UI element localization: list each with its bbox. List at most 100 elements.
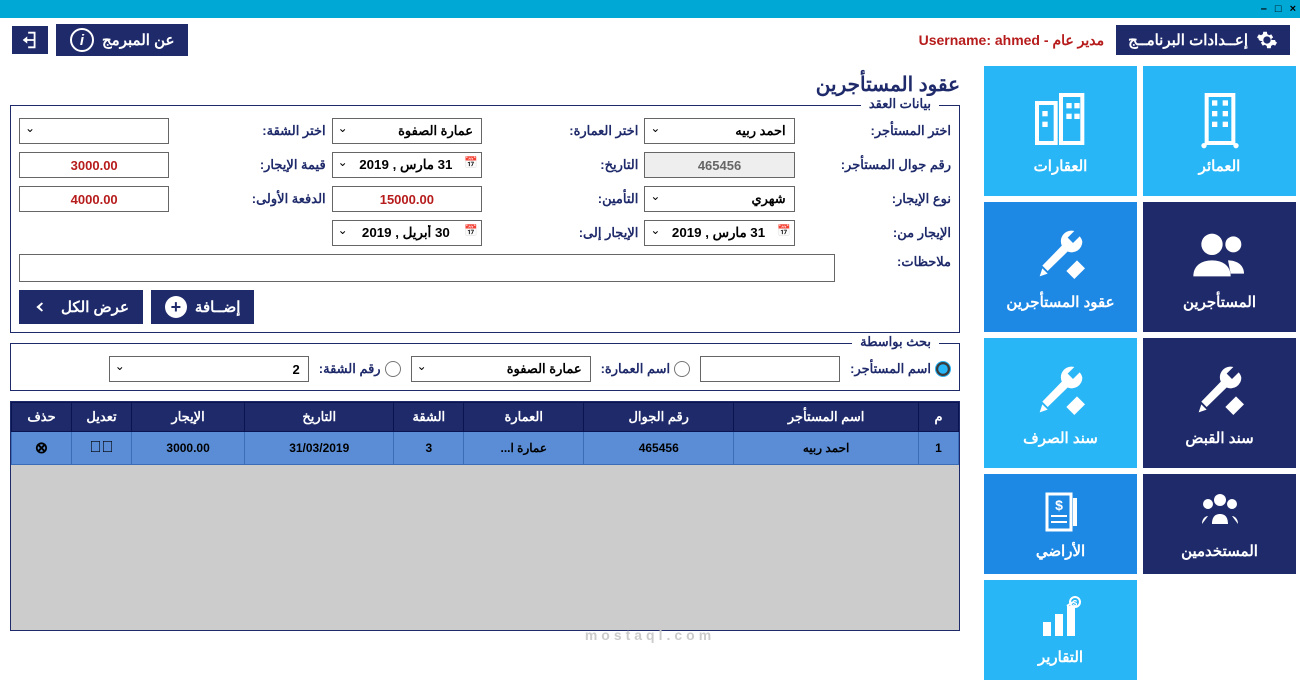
- info-icon: i: [70, 28, 94, 52]
- radio-apartment[interactable]: [385, 361, 401, 377]
- notes-field[interactable]: [19, 254, 835, 282]
- about-button[interactable]: عن المبرمج i: [56, 24, 188, 56]
- th-delete: حذف: [12, 403, 72, 432]
- th-building: العمارة: [464, 403, 584, 432]
- cell-mobile: 465456: [584, 432, 734, 465]
- tile-label: التقارير: [1038, 648, 1083, 666]
- label-insurance: التأمين:: [488, 191, 638, 207]
- rent-type-select[interactable]: [644, 186, 794, 212]
- close-button[interactable]: ×: [1290, 3, 1296, 15]
- radio-tenant-label: اسم المستأجر:: [850, 361, 931, 377]
- label-building: اختر العمارة:: [488, 123, 638, 139]
- label-rent-from: الإيجار من:: [801, 225, 951, 241]
- header: إعــدادات البرنامــج Username: ahmed - م…: [0, 18, 1300, 62]
- th-apt: الشقة: [394, 403, 464, 432]
- building-icon: [1188, 87, 1252, 151]
- building-select[interactable]: [332, 118, 482, 144]
- gear-icon: [1256, 29, 1278, 51]
- groupbox-title: بيانات العقد: [861, 96, 939, 112]
- tile-contracts[interactable]: عقود المستأجرين: [984, 202, 1137, 332]
- th-name: اسم المستأجر: [734, 403, 919, 432]
- people-icon: [1196, 488, 1244, 536]
- cell-building: عمارة ا...: [464, 432, 584, 465]
- label-tenant: اختر المستأجر:: [801, 123, 951, 139]
- th-index: م: [919, 403, 959, 432]
- tiles-panel: العمائر العقارات المستأجرين عقود المستأج…: [980, 62, 1300, 684]
- date-field[interactable]: [332, 152, 482, 178]
- tile-reports[interactable]: $ التقارير: [984, 580, 1137, 680]
- first-payment-field[interactable]: [19, 186, 169, 212]
- maximize-button[interactable]: □: [1275, 3, 1282, 15]
- rent-to-field[interactable]: [332, 220, 482, 246]
- tile-label: المستخدمين: [1181, 542, 1258, 560]
- radio-tenant[interactable]: [935, 361, 951, 377]
- view-all-button[interactable]: عرض الكل: [19, 290, 143, 324]
- tile-buildings[interactable]: العمائر: [1143, 66, 1296, 196]
- arrow-icon: [33, 297, 53, 317]
- settings-button[interactable]: إعــدادات البرنامــج: [1116, 25, 1290, 55]
- tile-label: عقود المستأجرين: [1006, 293, 1114, 311]
- tile-users[interactable]: المستخدمين: [1143, 474, 1296, 574]
- add-button[interactable]: إضــافة +: [151, 290, 254, 324]
- document-icon: $: [1037, 488, 1085, 536]
- edit-icon[interactable]: ✎⃞: [90, 439, 114, 456]
- tools-icon: [1188, 359, 1252, 423]
- apartment-select[interactable]: [19, 118, 169, 144]
- svg-text:$: $: [1072, 599, 1077, 608]
- search-apartment-select[interactable]: [109, 356, 309, 382]
- th-edit: تعديل: [72, 403, 132, 432]
- chart-icon: $: [1037, 594, 1085, 642]
- radio-building-label: اسم العمارة:: [601, 361, 671, 377]
- tools-icon: [1029, 359, 1093, 423]
- table-row[interactable]: 1 احمد ربيه 465456 عمارة ا... 3 31/03/20…: [12, 432, 959, 465]
- tenant-select[interactable]: [644, 118, 794, 144]
- radio-apartment-label: رقم الشقة:: [319, 361, 381, 377]
- th-date: التاريخ: [245, 403, 394, 432]
- svg-text:$: $: [1055, 497, 1063, 513]
- cell-name: احمد ربيه: [734, 432, 919, 465]
- exit-button[interactable]: [10, 24, 50, 56]
- tile-label: سند القبض: [1185, 429, 1253, 447]
- cell-rent: 3000.00: [132, 432, 245, 465]
- delete-icon[interactable]: ⊗: [35, 440, 48, 457]
- tile-lands[interactable]: $ الأراضي: [984, 474, 1137, 574]
- tools-icon: [1029, 223, 1093, 287]
- tile-label: الأراضي: [1036, 542, 1085, 560]
- tile-tenants[interactable]: المستأجرين: [1143, 202, 1296, 332]
- tile-label: العقارات: [1034, 157, 1088, 175]
- cell-idx: 1: [919, 432, 959, 465]
- user-info: Username: ahmed - مدير عام: [919, 32, 1105, 49]
- tile-label: المستأجرين: [1183, 293, 1256, 311]
- tile-label: العمائر: [1199, 157, 1241, 175]
- cell-apt: 3: [394, 432, 464, 465]
- search-box: بحث بواسطة اسم المستأجر: اسم العمارة: رق…: [10, 343, 960, 391]
- rent-from-field[interactable]: [644, 220, 794, 246]
- insurance-field[interactable]: [332, 186, 482, 212]
- label-date: التاريخ:: [488, 157, 638, 173]
- th-mobile: رقم الجوال: [584, 403, 734, 432]
- buildings-icon: [1029, 87, 1093, 151]
- minimize-button[interactable]: –: [1261, 3, 1267, 15]
- mobile-field: [644, 152, 794, 178]
- exit-icon: [19, 29, 41, 51]
- rent-value-field[interactable]: [19, 152, 169, 178]
- search-building-select[interactable]: [411, 356, 591, 382]
- label-rent-type: نوع الإيجار:: [801, 191, 951, 207]
- page-title: عقود المستأجرين: [10, 72, 960, 97]
- label-rent-to: الإيجار إلى:: [488, 225, 638, 241]
- contracts-table: م اسم المستأجر رقم الجوال العمارة الشقة …: [11, 402, 959, 465]
- search-tenant-field[interactable]: [700, 356, 840, 382]
- contract-data-box: بيانات العقد اختر المستأجر: اختر العمارة…: [10, 105, 960, 333]
- label-first-payment: الدفعة الأولى:: [175, 191, 325, 207]
- plus-icon: +: [165, 296, 187, 318]
- th-rent: الإيجار: [132, 403, 245, 432]
- table-wrap[interactable]: م اسم المستأجر رقم الجوال العمارة الشقة …: [10, 401, 960, 631]
- users-icon: [1188, 223, 1252, 287]
- tile-properties[interactable]: العقارات: [984, 66, 1137, 196]
- search-title: بحث بواسطة: [852, 334, 939, 350]
- view-all-label: عرض الكل: [61, 298, 129, 316]
- content-area: عقود المستأجرين بيانات العقد اختر المستأ…: [0, 62, 980, 684]
- tile-payment[interactable]: سند الصرف: [984, 338, 1137, 468]
- tile-receipt[interactable]: سند القبض: [1143, 338, 1296, 468]
- radio-building[interactable]: [674, 361, 690, 377]
